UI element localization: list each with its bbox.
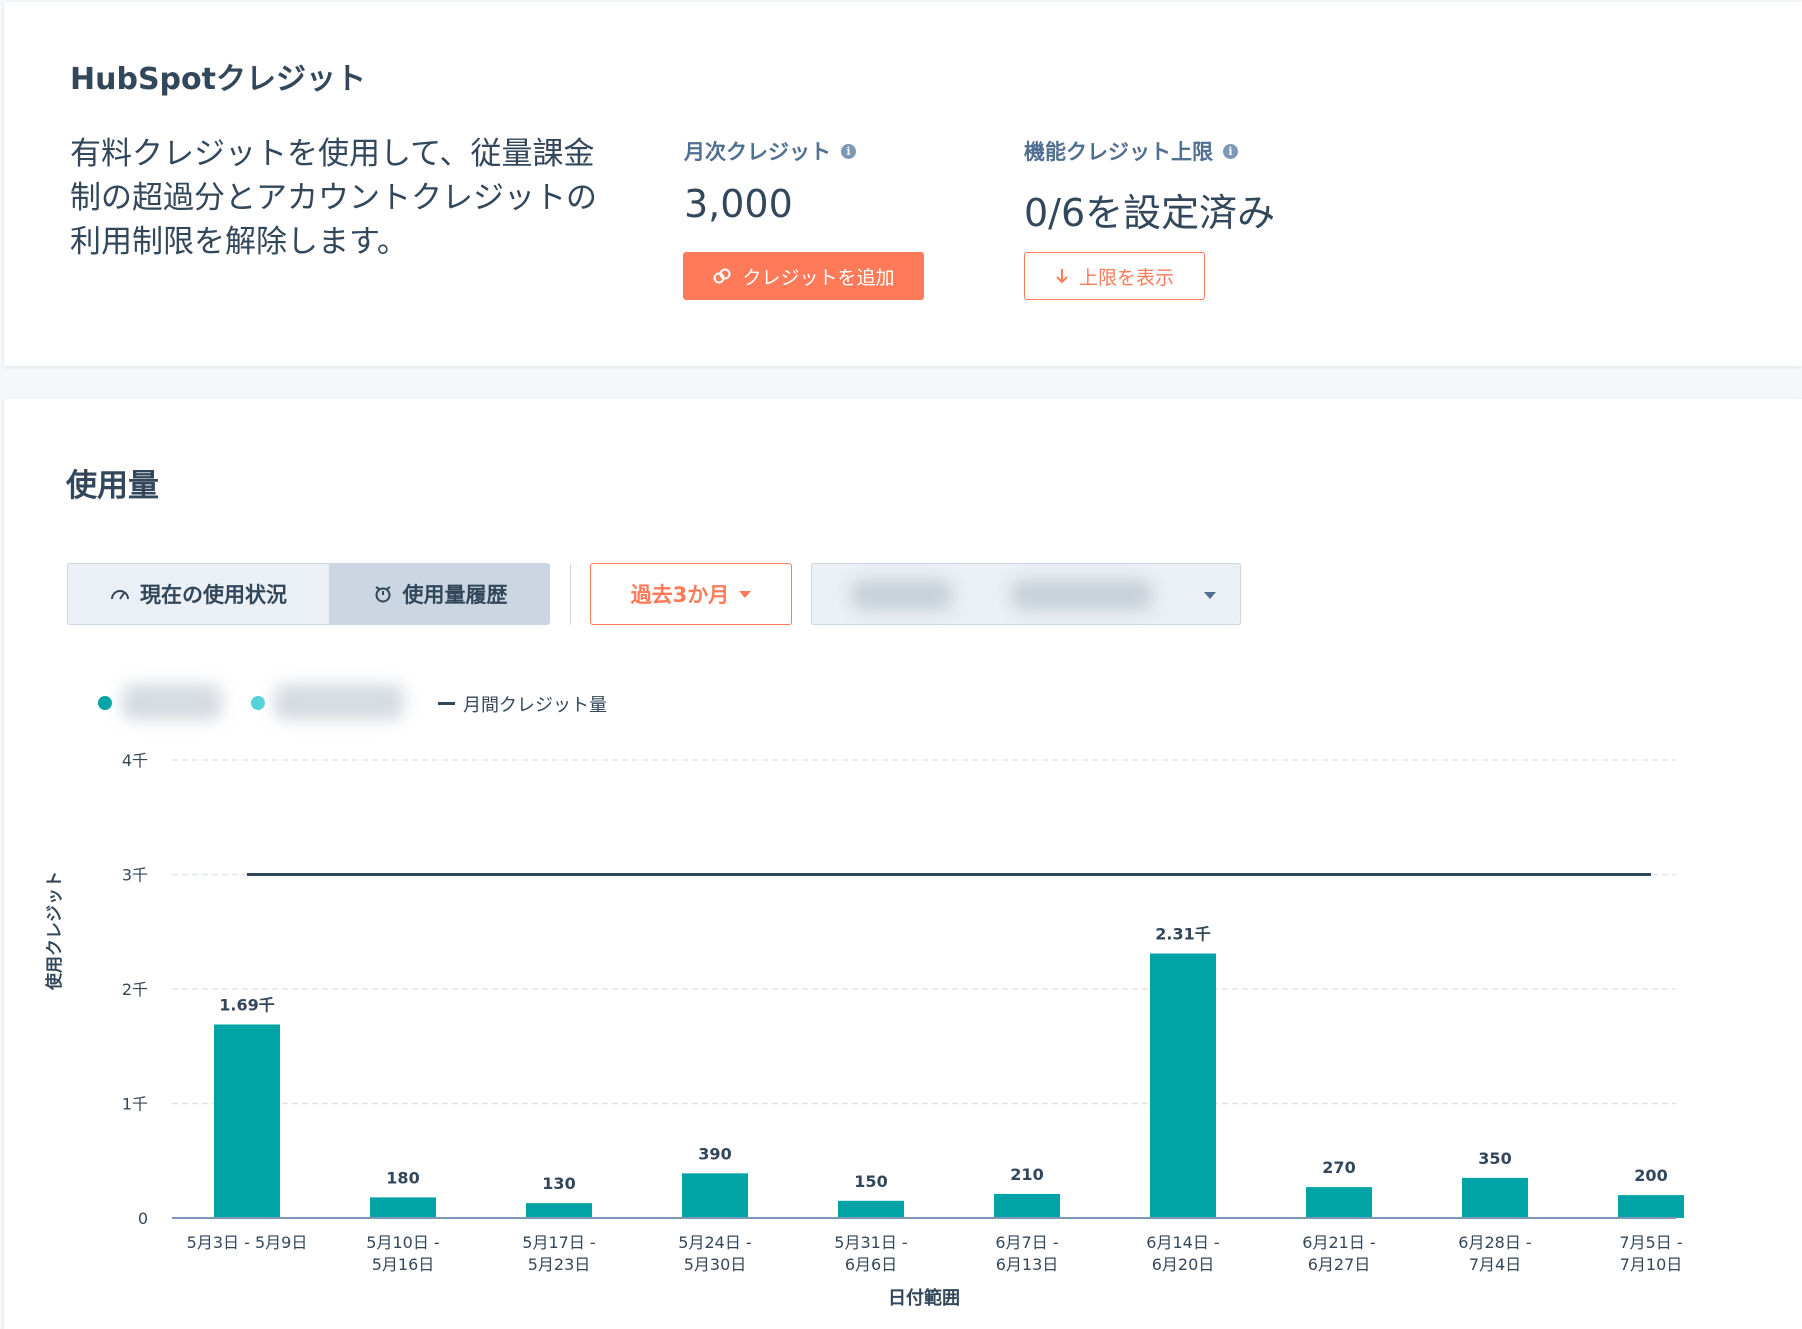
- y-tick-label: 3千: [122, 866, 148, 885]
- bar: [838, 1200, 904, 1218]
- bar: [1306, 1187, 1372, 1218]
- bar-value-label: 130: [542, 1174, 575, 1193]
- x-tick-label: 6月20日: [1152, 1255, 1215, 1274]
- x-tick-label: 5月31日 -: [834, 1233, 907, 1252]
- x-tick-label: 5月23日: [528, 1255, 591, 1274]
- bar: [1462, 1177, 1528, 1218]
- x-tick-label: 5月30日: [684, 1255, 747, 1274]
- x-axis-title: 日付範囲: [888, 1288, 960, 1309]
- x-tick-label: 7月4日: [1469, 1255, 1521, 1274]
- x-tick-label: 7月5日 -: [1619, 1233, 1682, 1252]
- usage-bar-chart: 0 1千 2千 3千 4千 1.69千 5月3日 - 5月9日 180 5月10日 - 5月16日…: [122, 751, 1684, 1274]
- x-tick-label: 5月16日: [372, 1255, 435, 1274]
- x-tick-label: 5月17日 -: [522, 1233, 595, 1252]
- x-tick-label: 6月6日: [845, 1255, 897, 1274]
- x-tick-label: 6月28日 -: [1458, 1233, 1531, 1252]
- bar-value-label: 210: [1010, 1165, 1043, 1184]
- bar: [682, 1173, 748, 1218]
- x-tick-label: 6月13日: [996, 1255, 1059, 1274]
- y-tick-label: 2千: [122, 980, 148, 999]
- bar: [1150, 953, 1216, 1218]
- y-tick-label: 0: [138, 1209, 148, 1228]
- bar-value-label: 1.69千: [219, 995, 274, 1014]
- bar-value-label: 150: [854, 1172, 887, 1191]
- x-tick-label: 5月24日 -: [678, 1233, 751, 1252]
- bar: [994, 1193, 1060, 1218]
- x-tick-label: 6月14日 -: [1146, 1233, 1219, 1252]
- bar: [1618, 1195, 1684, 1218]
- bar: [370, 1197, 436, 1218]
- bar-value-label: 180: [386, 1168, 419, 1187]
- bar-value-label: 350: [1478, 1149, 1511, 1168]
- bar: [526, 1203, 592, 1218]
- y-axis-title: 使用クレジット: [45, 871, 65, 990]
- bar-value-label: 2.31千: [1155, 925, 1210, 944]
- x-tick-label: 5月10日 -: [366, 1233, 439, 1252]
- y-tick-label: 1千: [122, 1095, 148, 1114]
- bar: [214, 1024, 280, 1218]
- x-tick-label: 7月10日: [1620, 1255, 1683, 1274]
- bar-value-label: 200: [1634, 1166, 1667, 1185]
- x-tick-label: 5月3日 - 5月9日: [187, 1233, 308, 1252]
- x-tick-label: 6月27日: [1308, 1255, 1371, 1274]
- bar-value-label: 270: [1322, 1158, 1355, 1177]
- x-tick-label: 6月7日 -: [995, 1233, 1058, 1252]
- bar-value-label: 390: [698, 1144, 731, 1163]
- y-tick-label: 4千: [122, 751, 148, 770]
- x-tick-label: 6月21日 -: [1302, 1233, 1375, 1252]
